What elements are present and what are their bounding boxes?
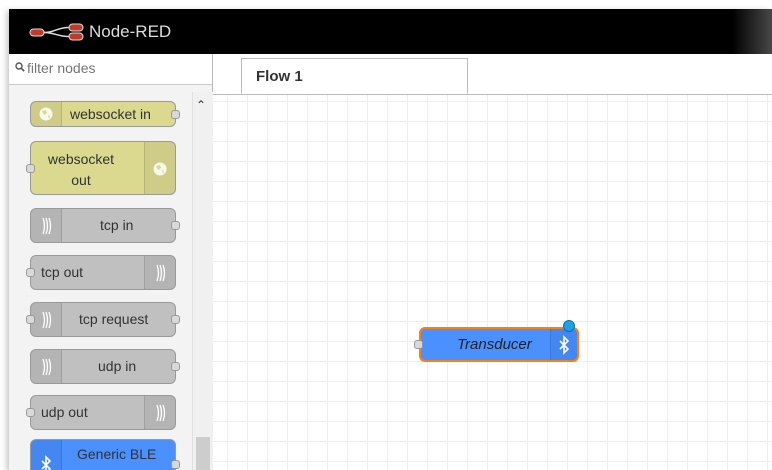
palette-node-websocket-in[interactable]: websocket in	[30, 101, 180, 127]
node-status-indicator	[563, 320, 575, 332]
input-port[interactable]	[26, 315, 35, 324]
bridge-icon	[156, 264, 166, 282]
header-fade	[732, 9, 772, 54]
flow-node-label: Transducer	[457, 336, 532, 353]
palette-node-generic-ble[interactable]: Generic BLE	[30, 439, 180, 470]
app-title: Node-RED	[89, 22, 172, 41]
bluetooth-icon	[559, 335, 570, 355]
tab-flow-1[interactable]: Flow 1	[241, 58, 468, 94]
chevron-up-icon[interactable]: ⌃	[196, 98, 206, 112]
palette-node-tcp-out[interactable]: tcp out	[26, 255, 176, 290]
node-label: tcp out	[41, 264, 84, 280]
node-label: udp in	[98, 358, 137, 374]
tab-label: Flow 1	[256, 68, 303, 85]
node-icon-area	[31, 350, 62, 383]
node-label: tcp in	[100, 217, 134, 233]
flow-node-transducer[interactable]: Transducer	[414, 327, 579, 362]
output-port[interactable]	[171, 315, 180, 324]
node-icon-area	[144, 396, 175, 429]
output-port[interactable]	[171, 362, 180, 371]
input-port[interactable]	[414, 340, 423, 349]
node-icon-area	[31, 102, 62, 126]
palette-node-tcp-in[interactable]: tcp in	[30, 208, 180, 243]
node-label: udp out	[41, 404, 88, 420]
node-red-logo-icon	[29, 23, 84, 41]
flow-canvas[interactable]	[213, 95, 772, 470]
output-port[interactable]	[171, 221, 180, 230]
globe-icon	[153, 162, 167, 176]
bridge-icon	[156, 404, 166, 422]
search-icon	[15, 62, 25, 72]
node-label: websocket in	[70, 106, 151, 122]
palette-node-websocket-out[interactable]: websocket out	[26, 141, 176, 195]
bluetooth-icon	[41, 455, 52, 470]
input-port[interactable]	[26, 268, 35, 277]
node-icon-area	[550, 329, 577, 360]
palette-filter	[9, 54, 212, 85]
workspace-tabs: Flow 1	[213, 54, 772, 95]
header-bar: Node-RED	[9, 9, 772, 54]
output-port[interactable]	[171, 460, 180, 469]
node-icon-area	[31, 303, 62, 336]
node-icon-area	[31, 440, 62, 470]
bridge-icon	[42, 358, 52, 376]
node-label: tcp request	[79, 311, 149, 327]
node-icon-area	[144, 256, 175, 289]
filter-nodes-input[interactable]	[27, 60, 197, 76]
node-label: websocket out	[47, 151, 115, 188]
node-icon-area	[144, 142, 175, 194]
bridge-icon	[42, 311, 52, 329]
palette-node-udp-in[interactable]: udp in	[30, 349, 180, 384]
node-label: Generic BLE	[77, 446, 157, 462]
palette-node-udp-out[interactable]: udp out	[26, 395, 176, 430]
scrollbar-thumb[interactable]	[196, 437, 210, 470]
palette-node-tcp-request[interactable]: tcp request	[26, 302, 180, 337]
palette-scrollbar[interactable]: ⌃	[192, 92, 213, 470]
node-palette: websocket in websocket out tcp in	[9, 54, 213, 470]
bridge-icon	[42, 217, 52, 235]
globe-icon	[39, 107, 53, 121]
output-port[interactable]	[171, 110, 180, 119]
input-port[interactable]	[26, 164, 35, 173]
input-port[interactable]	[26, 408, 35, 417]
node-red-window: Node-RED websocket in	[9, 9, 772, 470]
node-icon-area	[31, 209, 62, 242]
